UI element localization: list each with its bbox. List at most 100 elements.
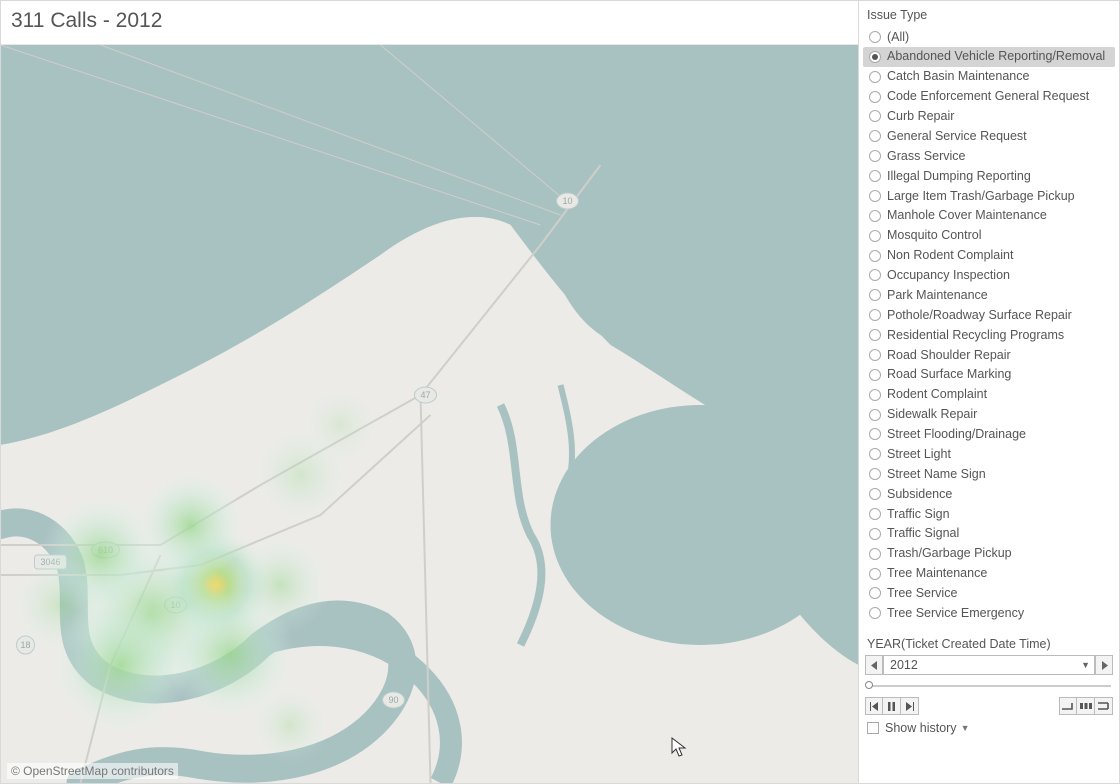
radio-icon <box>869 548 881 560</box>
svg-text:47: 47 <box>420 390 430 400</box>
radio-icon <box>869 269 881 281</box>
issue-type-option[interactable]: Manhole Cover Maintenance <box>863 206 1115 226</box>
issue-type-option-label: Catch Basin Maintenance <box>887 68 1029 85</box>
year-dropdown[interactable]: 2012 ▼ <box>883 655 1095 675</box>
radio-icon <box>869 607 881 619</box>
issue-type-option[interactable]: Road Shoulder Repair <box>863 345 1115 365</box>
issue-type-filter: Issue Type (All) Abandoned Vehicle Report… <box>863 5 1115 623</box>
issue-type-option-label: Park Maintenance <box>887 287 988 304</box>
map-canvas[interactable]: 10 47 610 3046 18 10 90 <box>1 45 858 783</box>
issue-type-option[interactable]: Rodent Complaint <box>863 385 1115 405</box>
year-filter-label: YEAR(Ticket Created Date Time) <box>865 635 1113 655</box>
radio-icon <box>869 468 881 480</box>
issue-type-option-label: Occupancy Inspection <box>887 267 1010 284</box>
filter-panel: Issue Type (All) Abandoned Vehicle Report… <box>859 1 1119 783</box>
issue-type-option[interactable]: Grass Service <box>863 146 1115 166</box>
issue-type-option-label: Trash/Garbage Pickup <box>887 545 1012 562</box>
radio-icon <box>869 448 881 460</box>
issue-type-option-label: Abandoned Vehicle Reporting/Removal <box>887 48 1105 65</box>
issue-type-option-label: Traffic Sign <box>887 506 950 523</box>
step-forward-button[interactable] <box>901 697 919 715</box>
year-filter: YEAR(Ticket Created Date Time) 2012 ▼ <box>863 633 1115 737</box>
issue-type-option[interactable]: Catch Basin Maintenance <box>863 67 1115 87</box>
show-history-toggle[interactable]: Show history ▼ <box>865 721 1113 735</box>
issue-type-option[interactable]: Code Enforcement General Request <box>863 87 1115 107</box>
issue-type-option-label: Pothole/Roadway Surface Repair <box>887 307 1072 324</box>
issue-type-option-label: Code Enforcement General Request <box>887 88 1089 105</box>
radio-icon <box>869 71 881 83</box>
issue-type-option[interactable]: Tree Service <box>863 584 1115 604</box>
issue-type-option-label: Mosquito Control <box>887 227 982 244</box>
loop-mode-hold-button[interactable] <box>1059 697 1077 715</box>
issue-type-option-label: Street Light <box>887 446 951 463</box>
year-next-button[interactable] <box>1095 655 1113 675</box>
issue-type-option[interactable]: Large Item Trash/Garbage Pickup <box>863 186 1115 206</box>
issue-type-option[interactable]: Tree Service Emergency <box>863 603 1115 623</box>
issue-type-option[interactable]: Abandoned Vehicle Reporting/Removal <box>863 47 1115 67</box>
radio-icon <box>869 349 881 361</box>
issue-type-option[interactable]: Street Name Sign <box>863 464 1115 484</box>
chevron-down-icon: ▼ <box>961 723 970 733</box>
loop-mode-repeat-button[interactable] <box>1077 697 1095 715</box>
issue-type-option[interactable]: Mosquito Control <box>863 226 1115 246</box>
radio-icon <box>869 488 881 500</box>
radio-icon <box>869 130 881 142</box>
issue-type-option[interactable]: (All) <box>863 27 1115 47</box>
issue-type-option[interactable]: Park Maintenance <box>863 285 1115 305</box>
issue-type-option[interactable]: Road Surface Marking <box>863 365 1115 385</box>
issue-type-option[interactable]: Pothole/Roadway Surface Repair <box>863 305 1115 325</box>
radio-icon <box>869 210 881 222</box>
pause-button[interactable] <box>883 697 901 715</box>
issue-type-option[interactable]: Occupancy Inspection <box>863 266 1115 286</box>
issue-type-option[interactable]: Sidewalk Repair <box>863 405 1115 425</box>
issue-type-option[interactable]: Residential Recycling Programs <box>863 325 1115 345</box>
year-value: 2012 <box>890 658 918 672</box>
radio-icon <box>869 329 881 341</box>
loop-mode-bounce-button[interactable] <box>1095 697 1113 715</box>
issue-type-option-label: General Service Request <box>887 128 1027 145</box>
slider-thumb[interactable] <box>865 681 873 689</box>
year-slider[interactable] <box>865 681 1113 691</box>
radio-icon <box>869 528 881 540</box>
show-history-checkbox[interactable] <box>867 722 879 734</box>
show-history-label: Show history <box>885 721 957 735</box>
radio-icon <box>869 250 881 262</box>
radio-icon <box>869 230 881 242</box>
issue-type-option[interactable]: Subsidence <box>863 484 1115 504</box>
radio-icon <box>869 110 881 122</box>
issue-type-option-label: Road Shoulder Repair <box>887 347 1011 364</box>
issue-type-label: Issue Type <box>863 5 1115 27</box>
issue-type-option[interactable]: Curb Repair <box>863 107 1115 127</box>
issue-type-option[interactable]: Street Flooding/Drainage <box>863 425 1115 445</box>
map-panel: 311 Calls - 2012 <box>1 1 859 783</box>
radio-icon <box>869 508 881 520</box>
radio-icon <box>869 190 881 202</box>
radio-icon <box>869 309 881 321</box>
issue-type-option-label: Large Item Trash/Garbage Pickup <box>887 188 1075 205</box>
radio-icon <box>869 369 881 381</box>
playback-controls <box>865 697 1113 715</box>
issue-type-option-label: Curb Repair <box>887 108 954 125</box>
issue-type-option[interactable]: General Service Request <box>863 126 1115 146</box>
issue-type-option[interactable]: Non Rodent Complaint <box>863 246 1115 266</box>
title-bar: 311 Calls - 2012 <box>1 1 858 45</box>
issue-type-option[interactable]: Tree Maintenance <box>863 564 1115 584</box>
radio-icon <box>869 568 881 580</box>
issue-type-option-label: Rodent Complaint <box>887 386 987 403</box>
issue-type-option-label: Grass Service <box>887 148 966 165</box>
year-prev-button[interactable] <box>865 655 883 675</box>
issue-type-option[interactable]: Trash/Garbage Pickup <box>863 544 1115 564</box>
issue-type-option[interactable]: Illegal Dumping Reporting <box>863 166 1115 186</box>
issue-type-option-label: Subsidence <box>887 486 952 503</box>
issue-type-option-label: (All) <box>887 29 909 46</box>
issue-type-option[interactable]: Traffic Sign <box>863 504 1115 524</box>
step-back-button[interactable] <box>865 697 883 715</box>
issue-type-option[interactable]: Street Light <box>863 444 1115 464</box>
issue-type-option-label: Residential Recycling Programs <box>887 327 1064 344</box>
issue-type-option-label: Tree Service <box>887 585 957 602</box>
page-title: 311 Calls - 2012 <box>11 9 848 33</box>
year-selector: 2012 ▼ <box>865 655 1113 675</box>
issue-type-option[interactable]: Traffic Signal <box>863 524 1115 544</box>
issue-type-option-label: Traffic Signal <box>887 525 959 542</box>
issue-type-option-label: Street Name Sign <box>887 466 986 483</box>
